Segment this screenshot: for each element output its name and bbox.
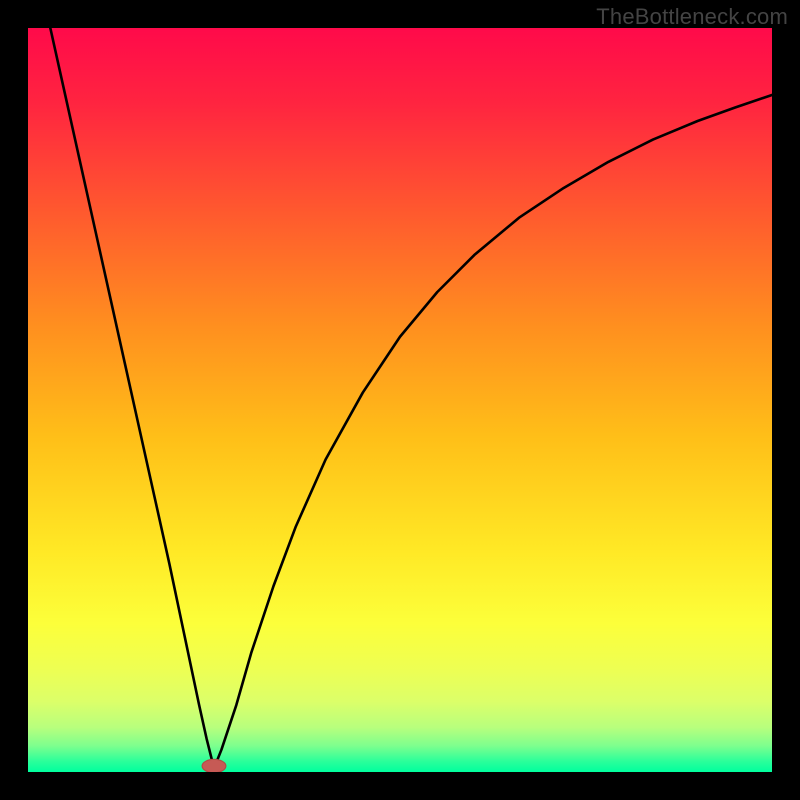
minimum-marker <box>202 759 226 772</box>
gradient-background <box>28 28 772 772</box>
chart-frame: TheBottleneck.com <box>0 0 800 800</box>
watermark-text: TheBottleneck.com <box>596 4 788 30</box>
plot-area <box>28 28 772 772</box>
chart-svg <box>28 28 772 772</box>
